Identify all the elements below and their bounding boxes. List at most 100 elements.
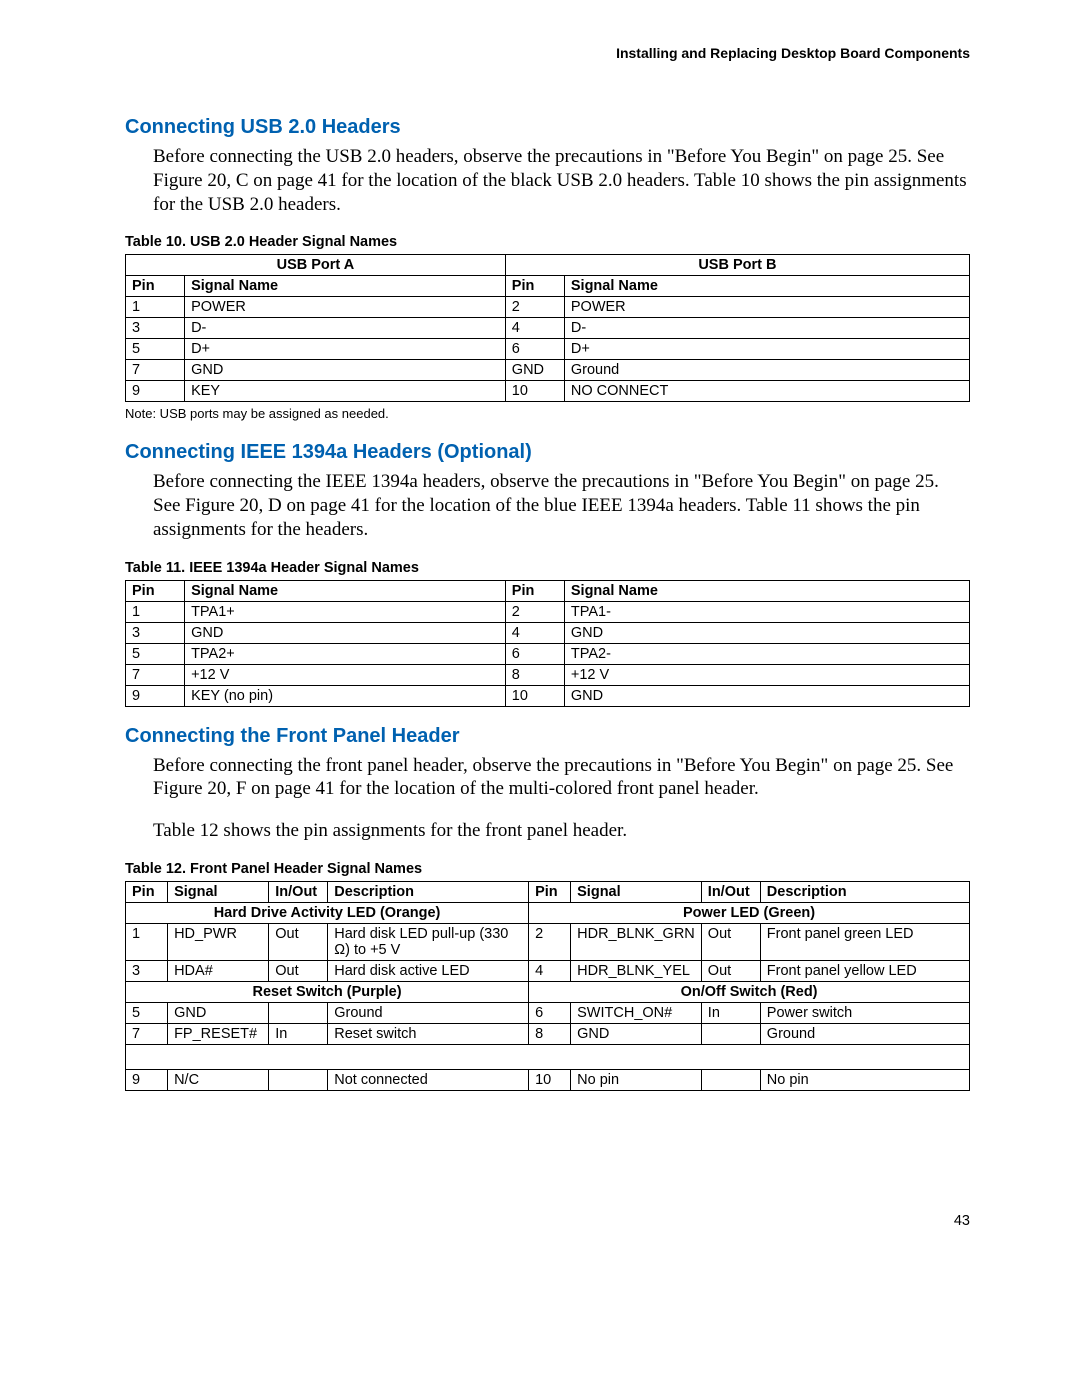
- cell: KEY (no pin): [185, 685, 506, 706]
- paragraph: Before connecting the USB 2.0 headers, o…: [153, 145, 970, 216]
- cell: Ground: [760, 1023, 969, 1044]
- cell: Hard disk active LED: [328, 960, 529, 981]
- table-row: 5D+6D+: [126, 339, 970, 360]
- col-header: Description: [328, 881, 529, 902]
- cell: HDR_BLNK_YEL: [571, 960, 702, 981]
- table-row: 7+12 V8+12 V: [126, 664, 970, 685]
- col-header: Signal Name: [564, 580, 969, 601]
- cell: SWITCH_ON#: [571, 1002, 702, 1023]
- cell: No pin: [760, 1069, 969, 1090]
- cell: TPA2-: [564, 643, 969, 664]
- cell: 3: [126, 318, 185, 339]
- cell: GND: [571, 1023, 702, 1044]
- col-header: Pin: [126, 276, 185, 297]
- cell: 10: [505, 381, 564, 402]
- cell: 5: [126, 1002, 168, 1023]
- cell: 6: [505, 643, 564, 664]
- cell: 2: [505, 601, 564, 622]
- cell: Front panel green LED: [760, 923, 969, 960]
- table-row: 3HDA#OutHard disk active LED 4HDR_BLNK_Y…: [126, 960, 970, 981]
- table-row: 9KEY10NO CONNECT: [126, 381, 970, 402]
- cell: D+: [564, 339, 969, 360]
- table-row: 3D-4D-: [126, 318, 970, 339]
- col-header: Pin: [529, 881, 571, 902]
- subheader: On/Off Switch (Red): [529, 981, 970, 1002]
- cell: N/C: [168, 1069, 269, 1090]
- cell: +12 V: [185, 664, 506, 685]
- table-front-panel: Pin Signal In/Out Description Pin Signal…: [125, 881, 970, 1091]
- cell: 6: [505, 339, 564, 360]
- paragraph: Before connecting the front panel header…: [153, 754, 970, 802]
- cell: HDR_BLNK_GRN: [571, 923, 702, 960]
- cell: +12 V: [564, 664, 969, 685]
- cell: 6: [529, 1002, 571, 1023]
- table-usb: USB Port A USB Port B Pin Signal Name Pi…: [125, 254, 970, 402]
- cell: GND: [185, 360, 506, 381]
- col-header: Signal: [168, 881, 269, 902]
- col-header: Signal Name: [185, 580, 506, 601]
- subheader: Hard Drive Activity LED (Orange): [126, 902, 529, 923]
- cell: No pin: [571, 1069, 702, 1090]
- col-header: Signal Name: [185, 276, 506, 297]
- cell: TPA1+: [185, 601, 506, 622]
- cell: 2: [505, 297, 564, 318]
- paragraph: Before connecting the IEEE 1394a headers…: [153, 470, 970, 541]
- section-front-panel: Connecting the Front Panel Header Before…: [125, 725, 970, 1091]
- cell: 8: [529, 1023, 571, 1044]
- cell: Hard disk LED pull-up (330 Ω) to +5 V: [328, 923, 529, 960]
- cell: Ground: [564, 360, 969, 381]
- cell: FP_RESET#: [168, 1023, 269, 1044]
- table-row: 9KEY (no pin)10GND: [126, 685, 970, 706]
- cell: 10: [529, 1069, 571, 1090]
- cell: 5: [126, 339, 185, 360]
- col-header: Pin: [505, 580, 564, 601]
- table-header-port-b: USB Port B: [505, 255, 969, 276]
- table-row: 3GND4GND: [126, 622, 970, 643]
- cell: GND: [564, 685, 969, 706]
- cell: Power switch: [760, 1002, 969, 1023]
- page-number: 43: [954, 1213, 970, 1229]
- cell: 1: [126, 601, 185, 622]
- cell: 4: [505, 622, 564, 643]
- cell: D-: [564, 318, 969, 339]
- cell: HD_PWR: [168, 923, 269, 960]
- table-note: Note: USB ports may be assigned as neede…: [125, 406, 970, 421]
- col-header: Pin: [126, 881, 168, 902]
- table-caption: Table 12. Front Panel Header Signal Name…: [125, 861, 970, 877]
- table-row: USB Port A USB Port B: [126, 255, 970, 276]
- cell: 1: [126, 923, 168, 960]
- cell: D+: [185, 339, 506, 360]
- empty-cell: [126, 1044, 970, 1069]
- table-row: 7FP_RESET#InReset switch 8GNDGround: [126, 1023, 970, 1044]
- running-header: Installing and Replacing Desktop Board C…: [125, 45, 970, 61]
- col-header: In/Out: [269, 881, 328, 902]
- cell: HDA#: [168, 960, 269, 981]
- cell: 9: [126, 381, 185, 402]
- cell: [701, 1069, 760, 1090]
- cell: [701, 1023, 760, 1044]
- cell: Out: [269, 960, 328, 981]
- table-row: 5TPA2+6TPA2-: [126, 643, 970, 664]
- cell: [269, 1002, 328, 1023]
- cell: POWER: [185, 297, 506, 318]
- cell: POWER: [564, 297, 969, 318]
- cell: [269, 1069, 328, 1090]
- col-header: Pin: [505, 276, 564, 297]
- cell: Out: [701, 923, 760, 960]
- subheader: Reset Switch (Purple): [126, 981, 529, 1002]
- table-ieee: Pin Signal Name Pin Signal Name 1TPA1+2T…: [125, 580, 970, 707]
- cell: 5: [126, 643, 185, 664]
- cell: 4: [505, 318, 564, 339]
- cell: GND: [564, 622, 969, 643]
- cell: GND: [185, 622, 506, 643]
- table-row: 5GNDGround 6SWITCH_ON#InPower switch: [126, 1002, 970, 1023]
- cell: NO CONNECT: [564, 381, 969, 402]
- heading-front-panel: Connecting the Front Panel Header: [125, 725, 970, 748]
- cell: 9: [126, 1069, 168, 1090]
- table-row: 1HD_PWR Out Hard disk LED pull-up (330 Ω) …: [126, 923, 970, 960]
- cell: In: [701, 1002, 760, 1023]
- cell: 2: [529, 923, 571, 960]
- col-header: Signal Name: [564, 276, 969, 297]
- table-row: Pin Signal Name Pin Signal Name: [126, 580, 970, 601]
- table-row: Hard Drive Activity LED (Orange) Power L…: [126, 902, 970, 923]
